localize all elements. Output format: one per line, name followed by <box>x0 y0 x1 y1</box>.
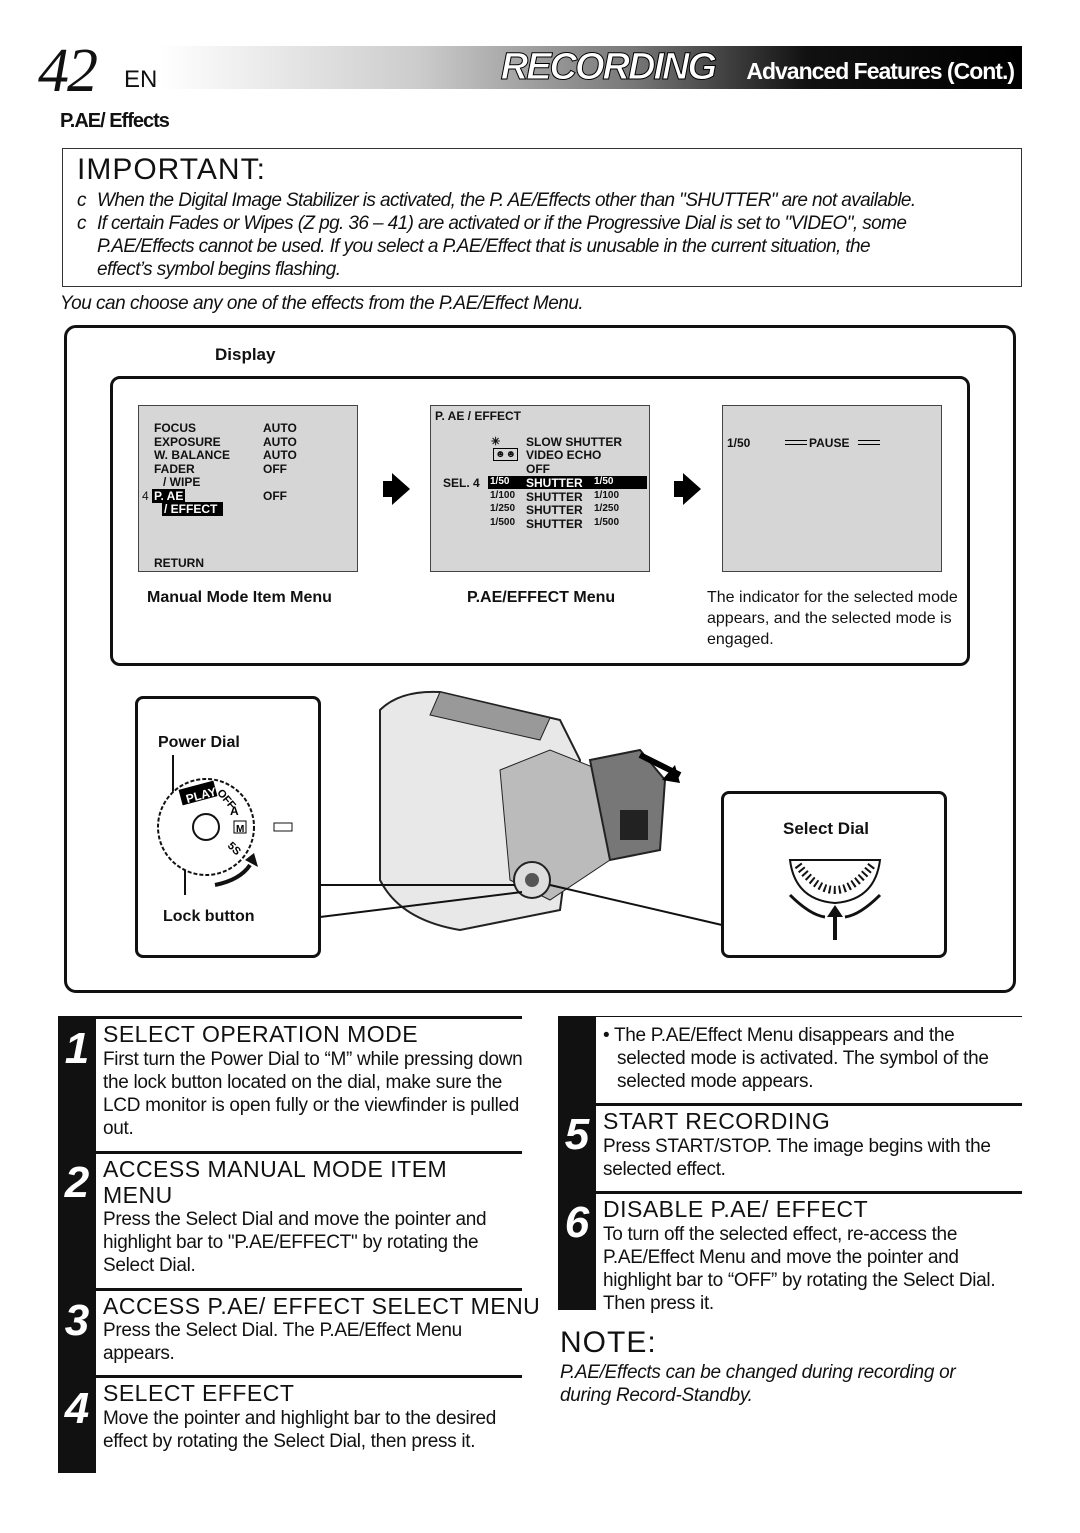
step-title: ACCESS P.AE/ EFFECT SELECT MENU <box>103 1293 541 1319</box>
note-heading: NOTE: <box>560 1326 657 1359</box>
shutter-indicator: 1/50 <box>727 436 751 450</box>
arrow-icon <box>683 473 701 505</box>
shutter-speed: 1/100 <box>594 490 620 501</box>
menu-item: W. BALANCE <box>154 448 230 462</box>
manual-menu-caption: Manual Mode Item Menu <box>147 589 332 606</box>
bullet: c <box>77 213 87 234</box>
step-body: • The P.AE/Effect Menu disappears and th… <box>603 1025 989 1092</box>
shutter-speed: 1/50 <box>594 476 614 487</box>
divider <box>58 1151 522 1154</box>
intro-text: You can choose any one of the effects fr… <box>60 293 584 314</box>
display-label: Display <box>215 345 276 364</box>
step-body: Press the Select Dial and move the point… <box>103 1209 487 1276</box>
menu-item: SHUTTER <box>526 517 583 531</box>
result-caption: The indicator for the selected mode appe… <box>707 589 958 648</box>
divider <box>558 1016 1022 1017</box>
divider <box>58 1288 522 1291</box>
important-heading: IMPORTANT: <box>77 153 266 186</box>
step-body: Press START/STOP. The image begins with … <box>603 1136 991 1180</box>
important-line: effect’s symbol begins flashing. <box>97 259 341 280</box>
menu-value: AUTO <box>263 435 297 449</box>
step-title: SELECT OPERATION MODE <box>103 1021 419 1047</box>
effect-menu-screen: P. AE / EFFECT ✳ ☻☻ SLOW SHUTTER VIDEO E… <box>430 405 650 572</box>
power-dial-label: Power Dial <box>158 734 240 751</box>
divider <box>58 1016 522 1019</box>
bars-icon <box>785 440 807 445</box>
pointer: 4 <box>142 489 149 503</box>
video-echo-icon: ☻☻ <box>493 448 519 461</box>
step-body: First turn the Power Dial to “M” while p… <box>103 1049 523 1139</box>
menu-value: AUTO <box>263 421 297 435</box>
step-body: Move the pointer and highlight bar to th… <box>103 1408 497 1452</box>
sel-pointer: SEL. 4 <box>443 476 480 490</box>
menu-title: P. AE / EFFECT <box>435 409 522 423</box>
divider <box>558 1191 1022 1194</box>
important-line: If certain Fades or Wipes (Z pg. 36 – 41… <box>97 213 907 234</box>
bars-icon <box>858 440 880 445</box>
step-number: 4 <box>64 1384 90 1433</box>
camcorder-illustration <box>319 690 723 932</box>
important-line: When the Digital Image Stabilizer is act… <box>97 190 916 211</box>
shutter-speed: 1/500 <box>490 517 516 528</box>
menu-item: / WIPE <box>163 475 201 489</box>
effect-menu-caption: P.AE/EFFECT Menu <box>467 589 616 606</box>
result-screen: 1/50 PAUSE <box>722 405 942 572</box>
step-title: DISABLE P.AE/ EFFECT <box>603 1196 869 1222</box>
step-body: Press the Select Dial. The P.AE/Effect M… <box>103 1320 462 1364</box>
step-number: 1 <box>64 1024 90 1073</box>
menu-value: OFF <box>263 462 287 476</box>
step-title: ACCESS MANUAL MODE ITEM MENU <box>103 1156 448 1208</box>
step-number: 5 <box>564 1110 590 1159</box>
manual-menu-screen: FOCUS AUTO EXPOSURE AUTO W. BALANCE AUTO… <box>138 405 358 572</box>
highlighted-item: P. AE <box>152 489 186 503</box>
pause-status: PAUSE <box>809 436 850 450</box>
step-number: 6 <box>564 1198 590 1247</box>
manual-label: M <box>236 824 244 835</box>
shutter-speed: 1/100 <box>490 490 516 501</box>
menu-item: SLOW SHUTTER <box>526 435 622 449</box>
step-number: 2 <box>64 1158 90 1207</box>
step-title: START RECORDING <box>603 1108 831 1134</box>
chapter-subtitle: Advanced Features (Cont.) <box>746 58 1015 84</box>
shutter-speed: 1/500 <box>594 517 620 528</box>
return-item: RETURN <box>154 556 204 570</box>
lock-button-label: Lock button <box>163 908 255 925</box>
section-title: P.AE/ Effects <box>60 110 170 132</box>
select-dial-icon <box>788 859 882 940</box>
highlighted-item: / EFFECT <box>162 502 224 516</box>
divider <box>558 1103 1022 1106</box>
step-title: SELECT EFFECT <box>103 1380 295 1406</box>
menu-item: VIDEO ECHO <box>526 448 602 462</box>
important-box: IMPORTANT: c When the Digital Image Stab… <box>62 148 1022 287</box>
menu-item: SHUTTER <box>526 490 583 504</box>
shutter-speed: 1/250 <box>490 503 516 514</box>
step-number: 3 <box>64 1296 90 1345</box>
select-dial-label: Select Dial <box>783 819 869 838</box>
auto-label: A <box>230 804 239 818</box>
menu-item: FADER <box>154 462 195 476</box>
menu-item: OFF <box>526 462 550 476</box>
arrow-icon <box>392 473 410 505</box>
menu-item: SHUTTER <box>526 476 583 490</box>
slow-shutter-icon: ✳ <box>491 436 501 448</box>
menu-item: EXPOSURE <box>154 435 221 449</box>
menu-item: FOCUS <box>154 421 196 435</box>
divider <box>58 1375 522 1378</box>
shutter-speed: 1/50 <box>490 476 510 487</box>
shutter-speed: 1/250 <box>594 503 620 514</box>
menu-value: AUTO <box>263 448 297 462</box>
step-bar <box>558 1017 596 1310</box>
bullet: c <box>77 190 87 211</box>
chapter-title: RECORDING <box>500 46 717 89</box>
note-text: P.AE/Effects can be changed during recor… <box>560 1362 956 1406</box>
power-dial-icon: PLAY OFF A M 5S <box>157 755 293 895</box>
language-code: EN <box>124 66 158 93</box>
important-line: P.AE/Effects cannot be used. If you sele… <box>97 236 871 257</box>
page-number: 42 <box>38 37 98 105</box>
step-body: To turn off the selected effect, re-acce… <box>603 1224 996 1314</box>
menu-item: SHUTTER <box>526 503 583 517</box>
menu-value: OFF <box>263 489 287 503</box>
